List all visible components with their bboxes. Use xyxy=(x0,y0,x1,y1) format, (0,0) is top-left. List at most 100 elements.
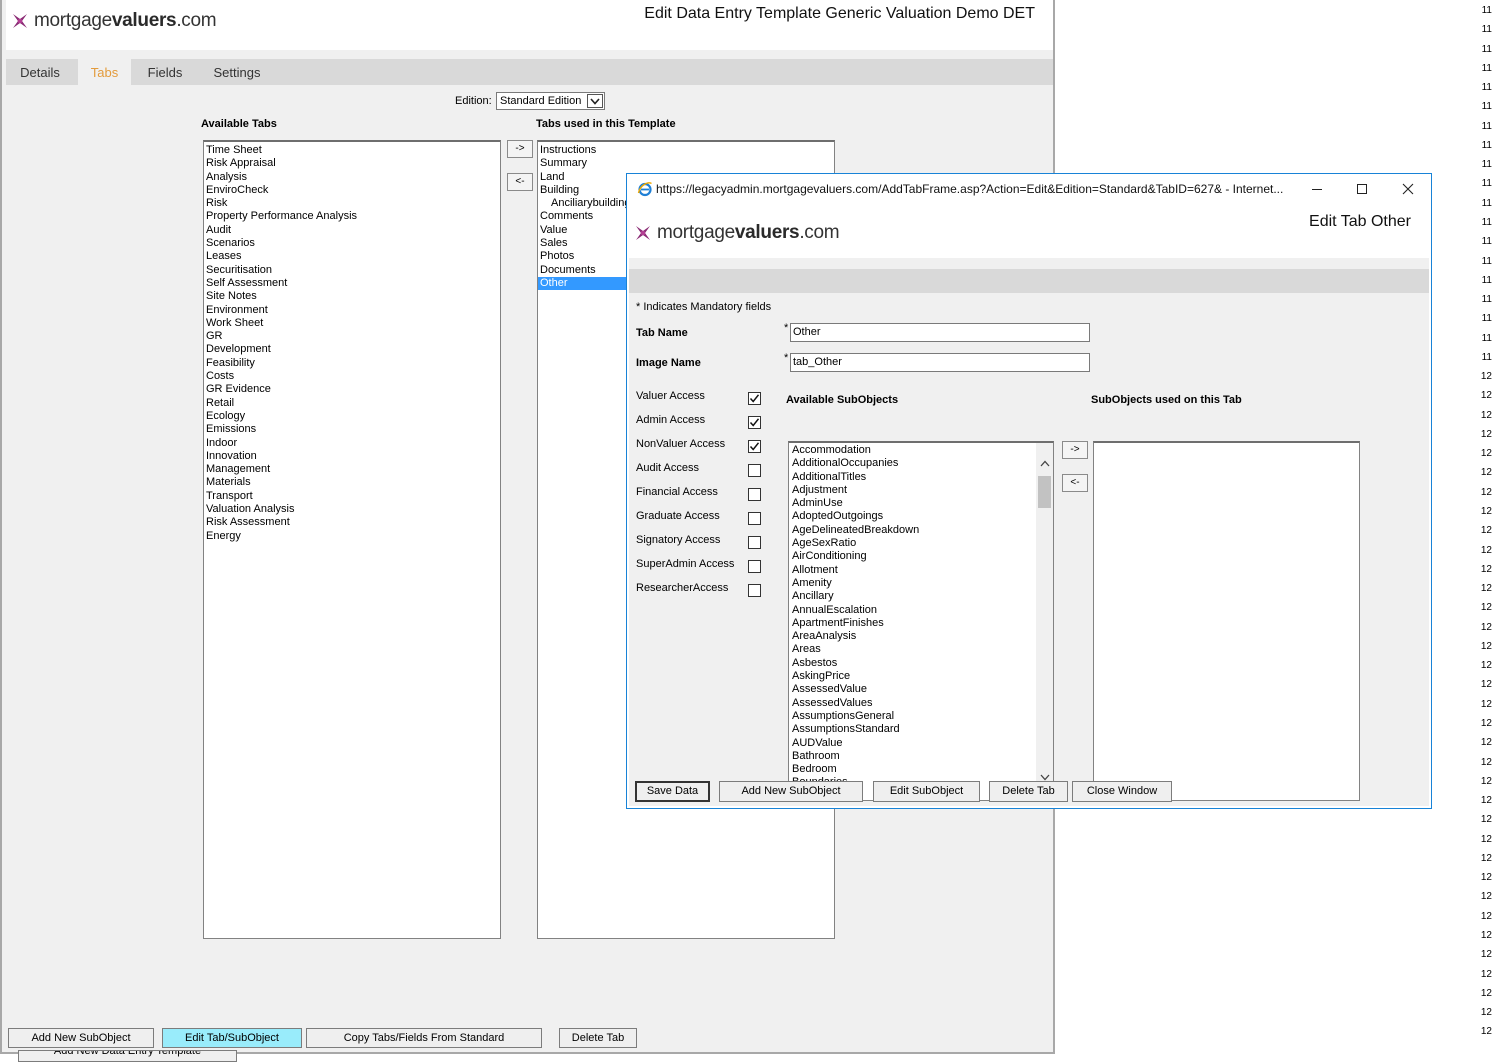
list-item[interactable]: AdoptedOutgoings xyxy=(789,510,1053,523)
add-new-subobject-button[interactable]: Add New SubObject xyxy=(8,1028,154,1048)
list-item[interactable]: Self Assessment xyxy=(204,277,500,290)
save-data-button[interactable]: Save Data xyxy=(635,781,710,802)
used-subobjects-list[interactable] xyxy=(1093,441,1360,801)
list-item[interactable]: AnnualEscalation xyxy=(789,604,1053,617)
list-item[interactable]: Feasibility xyxy=(204,357,500,370)
remove-subobject-arrow-button[interactable]: <- xyxy=(1062,474,1088,492)
list-item[interactable]: Ancillary xyxy=(789,590,1053,603)
list-item[interactable]: ApartmentFinishes xyxy=(789,617,1053,630)
list-item[interactable]: Allotment xyxy=(789,564,1053,577)
close-window-button[interactable]: Close Window xyxy=(1072,781,1172,802)
scrollbar-thumb[interactable] xyxy=(1038,476,1051,508)
access-checkbox[interactable] xyxy=(748,416,761,429)
list-item[interactable]: Indoor xyxy=(204,437,500,450)
list-item[interactable]: Emissions xyxy=(204,423,500,436)
list-item[interactable]: Analysis xyxy=(204,171,500,184)
list-item[interactable]: AskingPrice xyxy=(789,670,1053,683)
add-new-subobject-button[interactable]: Add New SubObject xyxy=(719,781,863,802)
list-item[interactable]: Leases xyxy=(204,250,500,263)
list-item[interactable]: Work Sheet xyxy=(204,317,500,330)
list-item[interactable]: Materials xyxy=(204,476,500,489)
list-item[interactable]: Environment xyxy=(204,304,500,317)
list-item[interactable]: Valuation Analysis xyxy=(204,503,500,516)
list-item[interactable]: Risk xyxy=(204,197,500,210)
list-item[interactable]: Site Notes xyxy=(204,290,500,303)
add-new-template-button[interactable]: Add New Data Entry Template xyxy=(18,1050,237,1062)
edit-subobject-button[interactable]: Edit SubObject xyxy=(873,781,980,802)
available-subobjects-list[interactable]: Accommodation AdditionalOccupanies Additio… xyxy=(788,441,1054,801)
list-item[interactable]: AgeSexRatio xyxy=(789,537,1053,550)
list-item[interactable]: Retail xyxy=(204,397,500,410)
list-item[interactable]: Asbestos xyxy=(789,657,1053,670)
edition-select[interactable]: Standard Edition xyxy=(496,92,605,110)
tab-settings[interactable]: Settings xyxy=(202,59,272,85)
list-item[interactable]: Development xyxy=(204,343,500,356)
edit-tab-subobject-button[interactable]: Edit Tab/SubObject xyxy=(162,1028,302,1048)
list-item[interactable]: Amenity xyxy=(789,577,1053,590)
image-name-field[interactable]: tab_Other xyxy=(790,353,1090,372)
scroll-up-icon[interactable] xyxy=(1040,460,1050,467)
access-checkbox[interactable] xyxy=(748,440,761,453)
list-item[interactable]: Property Performance Analysis xyxy=(204,210,500,223)
available-tabs-list[interactable]: Time Sheet Risk Appraisal Analysis EnviroCh… xyxy=(203,140,501,939)
subobjects-scrollbar[interactable] xyxy=(1036,443,1053,800)
list-item[interactable]: Securitisation xyxy=(204,264,500,277)
list-item[interactable]: Energy xyxy=(204,530,500,543)
list-item[interactable]: Bedroom xyxy=(789,763,1053,776)
list-item[interactable]: AdditionalOccupanies xyxy=(789,457,1053,470)
maximize-icon[interactable] xyxy=(1352,180,1372,198)
close-icon[interactable] xyxy=(1398,180,1418,198)
access-checkbox[interactable] xyxy=(748,512,761,525)
list-item[interactable]: AssumptionsGeneral xyxy=(789,710,1053,723)
list-item[interactable]: GR xyxy=(204,330,500,343)
delete-tab-button[interactable]: Delete Tab xyxy=(989,781,1068,802)
list-item[interactable]: AgeDelineatedBreakdown xyxy=(789,524,1053,537)
list-item[interactable]: Accommodation xyxy=(789,444,1053,457)
delete-tab-button[interactable]: Delete Tab xyxy=(559,1028,637,1048)
list-item[interactable]: Scenarios xyxy=(204,237,500,250)
list-item[interactable]: AssessedValues xyxy=(789,697,1053,710)
list-item[interactable]: Summary xyxy=(538,157,834,170)
list-item[interactable]: Risk Assessment xyxy=(204,516,500,529)
access-checkbox[interactable] xyxy=(748,392,761,405)
list-item[interactable]: AssessedValue xyxy=(789,683,1053,696)
list-item[interactable]: AreaAnalysis xyxy=(789,630,1053,643)
move-left-button[interactable]: <- xyxy=(507,173,533,191)
list-item[interactable]: EnviroCheck xyxy=(204,184,500,197)
minimize-icon[interactable] xyxy=(1307,180,1327,198)
move-right-button[interactable]: -> xyxy=(507,140,533,158)
list-item[interactable]: AirConditioning xyxy=(789,550,1053,563)
list-item[interactable]: Costs xyxy=(204,370,500,383)
tab-details[interactable]: Details xyxy=(6,59,74,85)
tab-name-field[interactable]: Other xyxy=(790,323,1090,342)
list-item[interactable]: Areas xyxy=(789,643,1053,656)
list-item[interactable]: GR Evidence xyxy=(204,383,500,396)
list-item[interactable]: Management xyxy=(204,463,500,476)
list-item[interactable]: AUDValue xyxy=(789,737,1053,750)
list-item[interactable]: Bathroom xyxy=(789,750,1053,763)
list-item[interactable]: Transport xyxy=(204,490,500,503)
list-item[interactable]: Risk Appraisal xyxy=(204,157,500,170)
list-item[interactable]: Audit xyxy=(204,224,500,237)
access-checkbox[interactable] xyxy=(748,464,761,477)
scroll-down-icon[interactable] xyxy=(1040,774,1050,781)
list-item[interactable]: AssumptionsStandard xyxy=(789,723,1053,736)
list-item[interactable]: AdditionalTitles xyxy=(789,471,1053,484)
copy-tabs-fields-button[interactable]: Copy Tabs/Fields From Standard xyxy=(306,1028,542,1048)
tab-fields[interactable]: Fields xyxy=(137,59,193,85)
access-checkbox[interactable] xyxy=(748,488,761,501)
access-checkbox[interactable] xyxy=(748,584,761,597)
list-item[interactable]: Ecology xyxy=(204,410,500,423)
list-item[interactable]: AdminUse xyxy=(789,497,1053,510)
edge-number: 11 xyxy=(1481,197,1492,209)
access-checkbox[interactable] xyxy=(748,536,761,549)
tab-tabs[interactable]: Tabs xyxy=(78,59,131,85)
access-checkbox[interactable] xyxy=(748,560,761,573)
list-item[interactable]: Adjustment xyxy=(789,484,1053,497)
list-item[interactable]: Innovation xyxy=(204,450,500,463)
add-subobject-arrow-button[interactable]: -> xyxy=(1062,441,1088,459)
list-item[interactable]: Time Sheet xyxy=(204,144,500,157)
chevron-down-icon[interactable] xyxy=(587,94,603,108)
edge-number: 12 xyxy=(1480,872,1492,884)
list-item[interactable]: Instructions xyxy=(538,144,834,157)
